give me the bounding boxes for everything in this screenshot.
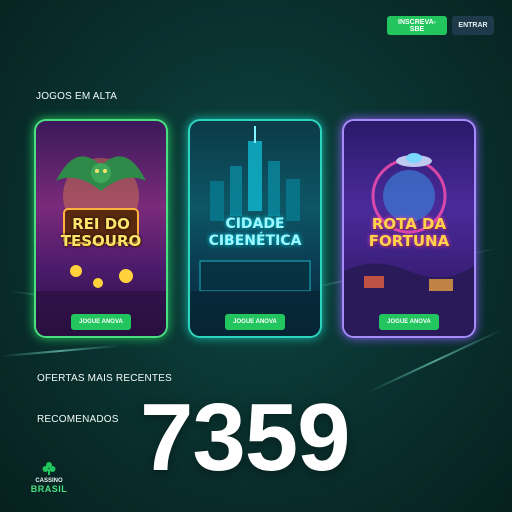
featured-number: 7359 [140,384,351,491]
logo-text-bottom: BRASIL [30,484,68,494]
login-button[interactable]: ENTRAR [452,16,494,35]
game-card-cidade-cibenetica[interactable]: CIDADE CIBENÉTICA JOGUE ANOVA [188,119,322,338]
club-icon [42,462,56,475]
play-again-button[interactable]: JOGUE ANOVA [71,314,131,330]
recommended-section-title: RECOMENADOS [37,414,119,425]
play-again-button[interactable]: JOGUE ANOVA [225,314,285,330]
register-button[interactable]: INSCREVA-SBE [387,16,447,35]
game-card-rota-da-fortuna[interactable]: ROTA DA FORTUNA JOGUE ANOVA [342,119,476,338]
game-title: CIDADE CIBENÉTICA [208,216,302,249]
trending-section-title: JOGOS EM ALTA [36,91,118,102]
game-title: REI DO TESOURO [60,215,142,250]
light-streak [0,344,120,358]
game-title: ROTA DA FORTUNA [368,215,450,250]
brand-logo[interactable]: CASSINO BRASIL [24,460,74,494]
light-streak [366,328,504,394]
play-again-button[interactable]: JOGUE ANOVA [379,314,439,330]
offers-section-title: OFERTAS MAIS RECENTES [37,373,172,384]
game-card-rei-do-tesouro[interactable]: REI DO TESOURO JOGUE ANOVA [34,119,168,338]
